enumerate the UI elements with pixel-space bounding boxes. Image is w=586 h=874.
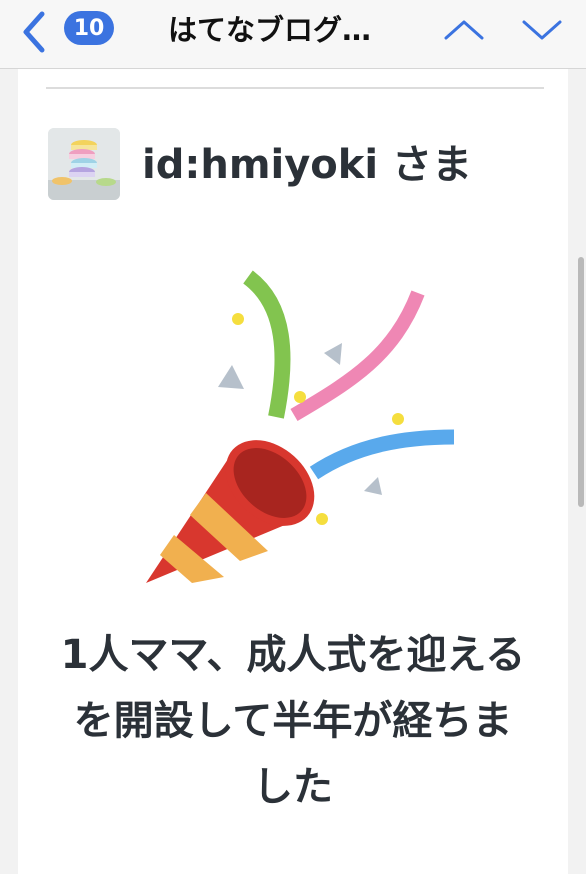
previous-message-button[interactable] <box>440 8 488 52</box>
message-body-area[interactable]: id:hmiyoki さま 1人ママ、成人式を迎える を開設して半年が経ちました <box>0 69 586 874</box>
nav-title: はてなブログ… <box>168 13 372 47</box>
chevron-down-icon <box>522 20 562 40</box>
recipient-line: id:hmiyoki さま <box>142 137 472 193</box>
next-message-button[interactable] <box>518 8 566 52</box>
honorific: さま <box>392 142 473 188</box>
avatar <box>48 128 120 200</box>
user-id: id:hmiyoki <box>142 142 379 188</box>
chevron-left-icon <box>23 11 45 53</box>
navigation-bar: 10 はてなブログ… <box>0 0 586 69</box>
macaron-avatar-image <box>48 128 120 200</box>
party-popper-icon <box>146 270 455 583</box>
divider <box>46 87 544 89</box>
unread-count-badge[interactable]: 10 <box>64 11 114 45</box>
chevron-up-icon <box>444 20 484 40</box>
back-button[interactable] <box>14 8 54 56</box>
scrollbar[interactable] <box>578 257 584 507</box>
email-card: id:hmiyoki さま 1人ママ、成人式を迎える を開設して半年が経ちました <box>18 69 584 874</box>
notification-message: 1人ママ、成人式を迎える を開設して半年が経ちました <box>60 632 526 810</box>
